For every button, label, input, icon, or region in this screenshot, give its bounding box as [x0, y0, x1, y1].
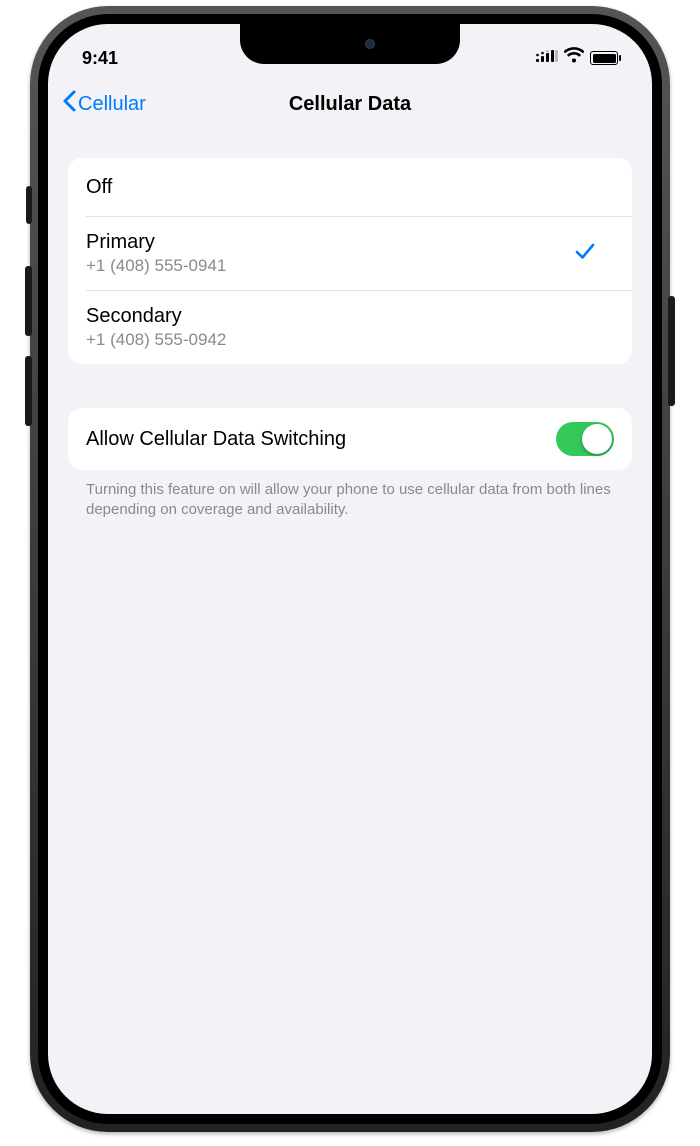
option-label: Primary [86, 231, 226, 254]
battery-icon [590, 51, 618, 65]
status-time: 9:41 [82, 48, 118, 69]
wifi-icon [564, 46, 584, 71]
switching-label: Allow Cellular Data Switching [86, 428, 346, 451]
page-title: Cellular Data [289, 93, 411, 116]
chevron-left-icon [62, 90, 76, 118]
front-camera [365, 39, 375, 49]
status-indicators [536, 46, 618, 71]
screen: 9:41 [48, 24, 652, 1114]
phone-bezel: 9:41 [38, 14, 662, 1124]
nav-bar: Cellular Cellular Data [48, 78, 652, 130]
back-label: Cellular [78, 93, 146, 116]
option-number: +1 (408) 555-0942 [86, 330, 226, 350]
switching-description: Turning this feature on will allow your … [68, 470, 632, 521]
switching-row[interactable]: Allow Cellular Data Switching [68, 408, 632, 470]
volume-up-button[interactable] [25, 266, 32, 336]
section-spacer [68, 364, 632, 408]
content-area: Off Primary +1 (408) 555-0941 [48, 130, 652, 521]
option-number: +1 (408) 555-0941 [86, 256, 226, 276]
switching-toggle[interactable] [556, 422, 614, 456]
option-off[interactable]: Off [68, 158, 632, 216]
option-label: Secondary [86, 305, 226, 328]
notch [240, 24, 460, 64]
power-button[interactable] [668, 296, 675, 406]
back-button[interactable]: Cellular [62, 90, 146, 118]
volume-down-button[interactable] [25, 356, 32, 426]
mute-switch[interactable] [26, 186, 32, 224]
data-line-group: Off Primary +1 (408) 555-0941 [68, 158, 632, 364]
dual-sim-signal-icon [536, 48, 558, 69]
switching-group: Allow Cellular Data Switching [68, 408, 632, 470]
checkmark-icon [574, 240, 596, 267]
switch-knob [582, 424, 612, 454]
option-label: Off [86, 176, 112, 199]
option-primary[interactable]: Primary +1 (408) 555-0941 [86, 216, 632, 290]
phone-frame: 9:41 [30, 6, 670, 1132]
option-secondary[interactable]: Secondary +1 (408) 555-0942 [86, 290, 632, 364]
